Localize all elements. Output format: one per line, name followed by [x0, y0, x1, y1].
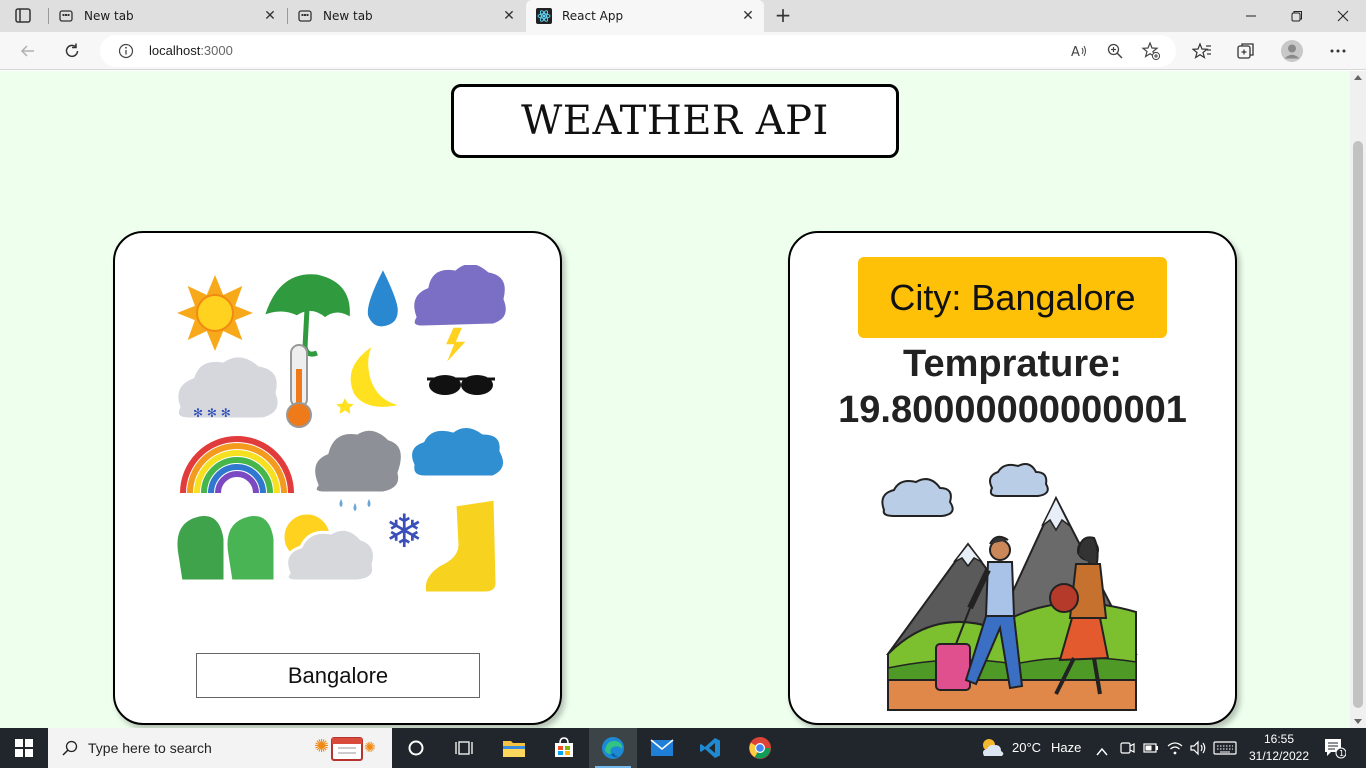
notifications-icon[interactable]: 1 [1322, 737, 1347, 763]
taskbar-clock[interactable]: 16:55 31/12/2022 [1242, 731, 1316, 765]
tab-new-tab-2[interactable]: New tab ✕ [287, 0, 525, 32]
svg-text:A: A [1071, 45, 1080, 59]
minimize-button[interactable] [1228, 0, 1274, 32]
clock-date: 31/12/2022 [1248, 749, 1310, 763]
scroll-down-icon[interactable] [1354, 719, 1362, 724]
address-bar[interactable]: localhost:3000 A [100, 35, 1176, 67]
windows-taskbar: Type here to search ✺ ✺ 20°C Haze 16:55 … [0, 728, 1366, 768]
windows-start-icon[interactable] [0, 728, 48, 768]
info-icon[interactable] [118, 43, 134, 63]
tab-react-app[interactable]: React App ✕ [526, 0, 764, 32]
back-icon[interactable] [14, 37, 42, 65]
keyboard-icon[interactable] [1213, 740, 1237, 760]
new-tab-button[interactable]: + [772, 5, 794, 27]
chevron-up-icon[interactable] [1096, 742, 1108, 761]
svg-text:✻ ✻ ✻: ✻ ✻ ✻ [193, 406, 231, 420]
taskbar-search-box[interactable]: Type here to search ✺ ✺ [48, 728, 392, 768]
weather-stickers-illustration: ✻ ✻ ✻ ❄ [168, 265, 509, 595]
page-title-box: WEATHER API [451, 84, 899, 158]
search-icon [62, 740, 78, 756]
scroll-up-icon[interactable] [1354, 75, 1362, 80]
search-highlight-calendar-icon: ✺ ✺ [314, 732, 380, 768]
battery-icon[interactable] [1142, 740, 1160, 760]
url-text: localhost:3000 [149, 43, 233, 58]
profile-avatar[interactable] [1278, 37, 1306, 65]
tab-new-tab-1[interactable]: New tab ✕ [48, 0, 286, 32]
close-icon[interactable]: ✕ [501, 8, 517, 24]
page-scrollbar[interactable] [1350, 71, 1366, 728]
refresh-icon[interactable] [58, 37, 86, 65]
chrome-icon[interactable] [736, 728, 784, 768]
weather-haze-icon[interactable] [978, 736, 1006, 764]
tab-title: New tab [84, 9, 134, 23]
close-icon[interactable]: ✕ [262, 8, 278, 24]
file-explorer-icon[interactable] [490, 728, 538, 768]
svg-text:✺: ✺ [364, 740, 376, 756]
read-aloud-icon[interactable]: A [1068, 40, 1090, 62]
scroll-thumb[interactable] [1353, 141, 1363, 708]
meet-now-icon[interactable] [1119, 740, 1135, 760]
restore-button[interactable] [1274, 0, 1320, 32]
svg-text:❄: ❄ [385, 504, 424, 558]
search-card: ✻ ✻ ✻ ❄ Bangalore [113, 231, 562, 725]
city-search-input[interactable] [196, 653, 480, 698]
tab-actions-icon[interactable] [10, 7, 38, 25]
url-host: localhost [149, 43, 201, 58]
url-port: :3000 [200, 43, 233, 58]
add-favorite-icon[interactable] [1140, 40, 1162, 62]
close-icon[interactable]: ✕ [740, 8, 756, 24]
page-title: WEATHER API [521, 98, 829, 144]
task-view-icon[interactable] [440, 728, 488, 768]
cortana-icon[interactable] [392, 728, 440, 768]
wifi-icon[interactable] [1166, 740, 1184, 760]
browser-toolbar: localhost:3000 A [0, 32, 1366, 70]
travelers-illustration [881, 463, 1138, 711]
tab-title: New tab [323, 9, 373, 23]
react-logo-icon [536, 8, 552, 24]
new-tab-icon [297, 8, 313, 24]
more-options-icon[interactable] [1324, 37, 1352, 65]
new-tab-icon [58, 8, 74, 24]
city-badge: City: Bangalore [858, 257, 1167, 338]
svg-text:✺: ✺ [314, 736, 329, 757]
page-viewport: WEATHER API ✻ ✻ ✻ ❄ Bangalore City: Bang… [0, 71, 1350, 728]
edge-browser-icon[interactable] [589, 728, 637, 768]
volume-icon[interactable] [1189, 740, 1207, 760]
zoom-icon[interactable] [1104, 40, 1126, 62]
city-name: City: Bangalore [889, 276, 1136, 318]
browser-tab-strip: New tab ✕ New tab ✕ React App ✕ + [0, 0, 1366, 32]
weather-temperature[interactable]: 20°C [1012, 740, 1041, 755]
collections-icon[interactable] [1232, 37, 1260, 65]
close-window-button[interactable] [1320, 0, 1366, 32]
notification-count: 1 [1339, 749, 1344, 758]
temperature-label: Temprature: [903, 343, 1122, 385]
clock-time: 16:55 [1263, 732, 1295, 746]
result-card: City: Bangalore Temprature: 19.800000000… [788, 231, 1237, 725]
temperature-value: 19.80000000000001 [838, 389, 1187, 431]
taskbar-search-placeholder: Type here to search [88, 740, 212, 756]
favorites-icon[interactable] [1188, 37, 1216, 65]
tab-title: React App [562, 9, 624, 23]
vscode-icon[interactable] [686, 728, 734, 768]
mail-icon[interactable] [638, 728, 686, 768]
weather-description[interactable]: Haze [1051, 740, 1081, 755]
microsoft-store-icon[interactable] [540, 728, 588, 768]
